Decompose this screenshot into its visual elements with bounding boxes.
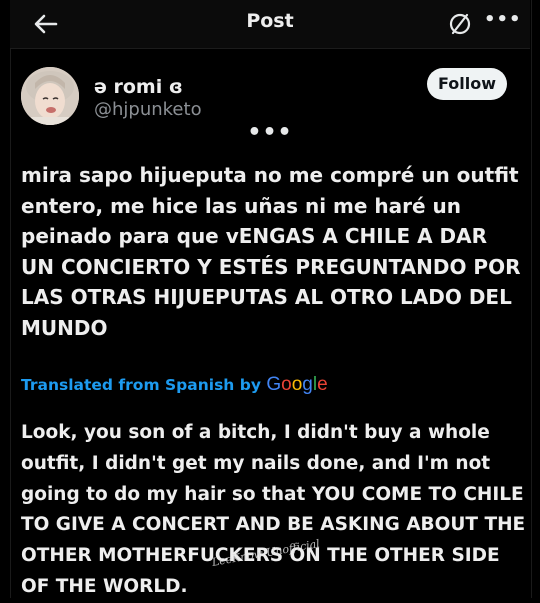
translated-text: Look, you son of a bitch, I didn't buy a… <box>21 422 526 597</box>
author-handle[interactable]: @hjpunketo <box>94 99 202 120</box>
post-text: mira sapo hijueputa no me compré un outf… <box>21 163 521 340</box>
post-overflow-icon[interactable]: ••• <box>0 120 540 145</box>
avatar[interactable] <box>21 67 79 125</box>
author-display-name[interactable]: ə romi ɞ <box>94 76 183 98</box>
top-bar: Post ••• <box>10 0 530 49</box>
translation-attribution[interactable]: Translated from Spanish by Google <box>21 374 328 396</box>
more-icon[interactable]: ••• <box>484 9 521 33</box>
follow-button[interactable]: Follow <box>427 68 507 100</box>
no-translate-icon[interactable] <box>446 10 474 38</box>
translation-label: Translated from Spanish by <box>21 376 261 394</box>
google-logo: Google <box>266 374 328 395</box>
